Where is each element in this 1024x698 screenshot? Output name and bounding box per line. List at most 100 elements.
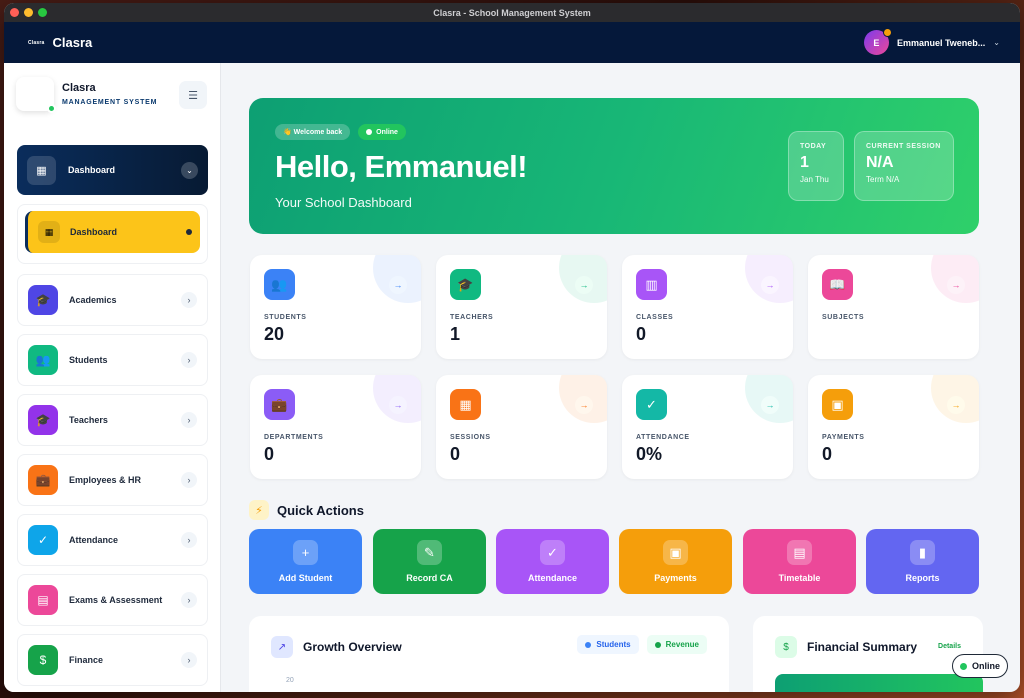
chevron-right-icon: › xyxy=(181,652,197,668)
bar-chart-icon: ▮ xyxy=(910,540,935,565)
sidebar-item-exams[interactable]: ▤ Exams & Assessment › xyxy=(17,574,208,626)
legend-dot-icon xyxy=(654,641,661,648)
quick-actions-title: Quick Actions xyxy=(277,502,364,518)
sidebar-item-academics[interactable]: 🎓 Academics › xyxy=(17,274,208,326)
online-indicator xyxy=(47,104,56,113)
sidebar-item-students[interactable]: 👥 Students › xyxy=(17,334,208,386)
sidebar-title: Clasra xyxy=(62,82,96,94)
stat-value: 0% xyxy=(636,444,663,464)
legend-students[interactable]: Students xyxy=(577,635,639,654)
maximize-window-button[interactable] xyxy=(38,8,47,17)
quick-action-add-student[interactable]: + Add Student xyxy=(249,529,362,594)
growth-overview-panel: ↗ Growth Overview Students Revenue 20 xyxy=(249,616,729,692)
window-titlebar: Clasra - School Management System xyxy=(4,3,1020,22)
stat-label: TEACHERS xyxy=(450,314,494,321)
stat-value: 1 xyxy=(450,324,461,344)
quick-action-record-ca[interactable]: ✎ Record CA xyxy=(373,529,486,594)
briefcase-icon: 💼 xyxy=(28,465,58,495)
stat-label: DEPARTMENTS xyxy=(264,434,324,441)
stat-card-payments[interactable]: ▣ → PAYMENTS 0 xyxy=(808,375,979,479)
stat-value: 0 xyxy=(264,444,275,464)
y-axis-tick: 20 xyxy=(286,677,294,684)
stat-card-attendance[interactable]: ✓ → ATTENDANCE 0% xyxy=(622,375,793,479)
arrow-right-icon[interactable]: → xyxy=(761,396,779,414)
stat-card-sessions[interactable]: ▦ → SESSIONS 0 xyxy=(436,375,607,479)
arrow-right-icon[interactable]: → xyxy=(389,396,407,414)
sidebar-header: Clasra MANAGEMENT SYSTEM ☰ xyxy=(4,63,220,125)
stat-card-students[interactable]: 👥 → STUDENTS 20 xyxy=(250,255,421,359)
arrow-right-icon[interactable]: → xyxy=(947,396,965,414)
sidebar-item-employees-hr[interactable]: 💼 Employees & HR › xyxy=(17,454,208,506)
online-pill: Online xyxy=(358,124,406,140)
app-brand[interactable]: Clasra xyxy=(53,35,93,50)
quick-action-reports[interactable]: ▮ Reports xyxy=(866,529,979,594)
arrow-right-icon[interactable]: → xyxy=(761,276,779,294)
chevron-right-icon: › xyxy=(181,292,197,308)
stat-label: STUDENTS xyxy=(264,314,307,321)
online-status-badge[interactable]: Online xyxy=(952,654,1008,678)
money-icon: ▣ xyxy=(663,540,688,565)
banner-pills: 👋 Welcome back Online xyxy=(275,124,953,140)
stat-card-classes[interactable]: ▥ → CLASSES 0 xyxy=(622,255,793,359)
today-value: 1 xyxy=(800,154,809,171)
user-name[interactable]: Emmanuel Tweneb... xyxy=(897,38,985,48)
sidebar: Clasra MANAGEMENT SYSTEM ☰ ▦ Dashboard ⌄… xyxy=(4,63,221,692)
stat-value: 0 xyxy=(822,444,833,464)
sidebar-item-label: Employees & HR xyxy=(69,475,142,485)
quick-action-label: Add Student xyxy=(278,573,333,583)
arrow-right-icon[interactable]: → xyxy=(947,276,965,294)
calendar-icon: ▦ xyxy=(450,389,481,420)
arrow-right-icon[interactable]: → xyxy=(575,396,593,414)
chevron-right-icon: › xyxy=(181,472,197,488)
quick-action-attendance[interactable]: ✓ Attendance xyxy=(496,529,609,594)
revenue-card xyxy=(775,674,983,692)
chevron-down-icon[interactable]: ⌄ xyxy=(993,38,1000,47)
table-icon: ▤ xyxy=(787,540,812,565)
sidebar-item-dashboard[interactable]: ▦ Dashboard xyxy=(25,211,200,253)
user-menu[interactable]: E Emmanuel Tweneb... ⌄ xyxy=(863,28,1000,55)
plus-icon: + xyxy=(293,540,318,565)
sidebar-item-teachers[interactable]: 🎓 Teachers › xyxy=(17,394,208,446)
close-window-button[interactable] xyxy=(10,8,19,17)
stat-card-subjects[interactable]: 📖 → SUBJECTS xyxy=(808,255,979,359)
chevron-right-icon: › xyxy=(181,592,197,608)
avatar-initial: E xyxy=(873,37,880,48)
stat-value: 0 xyxy=(636,324,647,344)
sidebar-item-label: Dashboard xyxy=(70,227,118,237)
growth-title: Growth Overview xyxy=(303,640,402,654)
stat-label: PAYMENTS xyxy=(822,434,865,441)
sidebar-subtitle: MANAGEMENT SYSTEM xyxy=(62,99,158,106)
stat-card-teachers[interactable]: 🎓 → TEACHERS 1 xyxy=(436,255,607,359)
status-dot-icon xyxy=(366,129,373,135)
clipboard-check-icon: ✓ xyxy=(540,540,565,565)
sidebar-group-dashboard[interactable]: ▦ Dashboard ⌄ xyxy=(17,145,208,195)
quick-action-payments[interactable]: ▣ Payments xyxy=(619,529,732,594)
avatar[interactable]: E xyxy=(863,28,892,55)
clipboard-icon: ✓ xyxy=(636,389,667,420)
quick-action-label: Timetable xyxy=(778,573,821,583)
app-logo[interactable]: Clasra xyxy=(28,40,45,46)
banner-subtitle: Your School Dashboard xyxy=(275,195,412,210)
sidebar-item-label: Teachers xyxy=(69,415,108,425)
greeting: Hello, Emmanuel! xyxy=(275,149,528,184)
menu-toggle-button[interactable]: ☰ xyxy=(179,81,207,109)
legend-dot-icon xyxy=(585,641,592,648)
dollar-icon: $ xyxy=(775,636,797,658)
avatar-badge xyxy=(882,28,892,37)
minimize-window-button[interactable] xyxy=(24,8,33,17)
quick-action-timetable[interactable]: ▤ Timetable xyxy=(743,529,856,594)
arrow-right-icon[interactable]: → xyxy=(389,276,407,294)
sidebar-item-finance[interactable]: $ Finance › xyxy=(17,634,208,686)
online-status-label: Online xyxy=(971,661,1000,671)
arrow-right-icon[interactable]: → xyxy=(575,276,593,294)
legend-revenue[interactable]: Revenue xyxy=(646,635,707,654)
today-sub: Jan Thu xyxy=(800,175,829,184)
window-title: Clasra - School Management System xyxy=(433,7,591,18)
users-icon: 👥 xyxy=(28,345,58,375)
stat-card-departments[interactable]: 💼 → DEPARTMENTS 0 xyxy=(250,375,421,479)
sidebar-item-attendance[interactable]: ✓ Attendance › xyxy=(17,514,208,566)
details-link[interactable]: Details xyxy=(938,643,961,650)
sidebar-item-label: Students xyxy=(69,355,108,365)
panel-header: $ Financial Summary xyxy=(775,636,961,658)
chevron-down-icon[interactable]: ⌄ xyxy=(181,161,198,179)
